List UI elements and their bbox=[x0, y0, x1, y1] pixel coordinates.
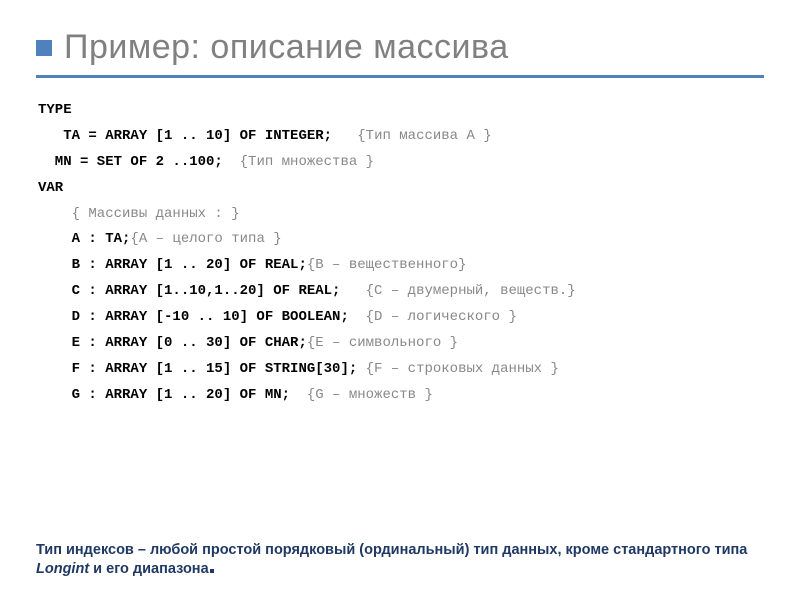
code-comment: {B – вещественного} bbox=[307, 257, 467, 273]
code-comment: {C – двумерный, веществ.} bbox=[366, 283, 576, 299]
slide: Пример: описание массива TYPE TA = ARRAY… bbox=[0, 0, 800, 600]
code-line: B : ARRAY [1 .. 20] OF REAL; bbox=[38, 257, 307, 273]
code-line: VAR bbox=[38, 180, 63, 196]
code-comment: {Тип массива A } bbox=[357, 128, 491, 144]
code-line: TA = ARRAY [1 .. 10] OF INTEGER; bbox=[38, 128, 357, 144]
code-line: G : ARRAY [1 .. 20] OF MN; bbox=[38, 387, 307, 403]
code-comment: {Тип множества } bbox=[240, 154, 374, 170]
title-row: Пример: описание массива bbox=[36, 28, 764, 67]
code-comment: {F – строковых данных } bbox=[366, 361, 559, 377]
code-line: D : ARRAY [-10 .. 10] OF BOOLEAN; bbox=[38, 309, 366, 325]
code-line: MN = SET OF 2 ..100; bbox=[38, 154, 240, 170]
code-line: A : TA; bbox=[38, 231, 130, 247]
code-comment: { Массивы данных : } bbox=[38, 206, 240, 222]
code-block: TYPE TA = ARRAY [1 .. 10] OF INTEGER; {Т… bbox=[38, 98, 764, 409]
code-comment: {A – целого типа } bbox=[130, 231, 281, 247]
title-bullet-icon bbox=[36, 40, 52, 56]
code-line: F : ARRAY [1 .. 15] OF STRING[30]; bbox=[38, 361, 366, 377]
bottom-note: Тип индексов – любой простой порядковый … bbox=[36, 541, 764, 580]
title-underline bbox=[36, 75, 764, 78]
code-comment: {G – множеств } bbox=[307, 387, 433, 403]
note-emphasis: Longint bbox=[36, 561, 89, 577]
code-line: C : ARRAY [1..10,1..20] OF REAL; bbox=[38, 283, 366, 299]
code-line: TYPE bbox=[38, 102, 72, 118]
period-icon bbox=[210, 569, 214, 573]
code-comment: {D – логического } bbox=[366, 309, 517, 325]
code-comment: {E – символьного } bbox=[307, 335, 458, 351]
slide-title: Пример: описание массива bbox=[64, 28, 509, 67]
note-text: и его диапазона bbox=[89, 561, 208, 577]
note-text: Тип индексов – любой простой порядковый … bbox=[36, 542, 747, 558]
code-line: E : ARRAY [0 .. 30] OF CHAR; bbox=[38, 335, 307, 351]
